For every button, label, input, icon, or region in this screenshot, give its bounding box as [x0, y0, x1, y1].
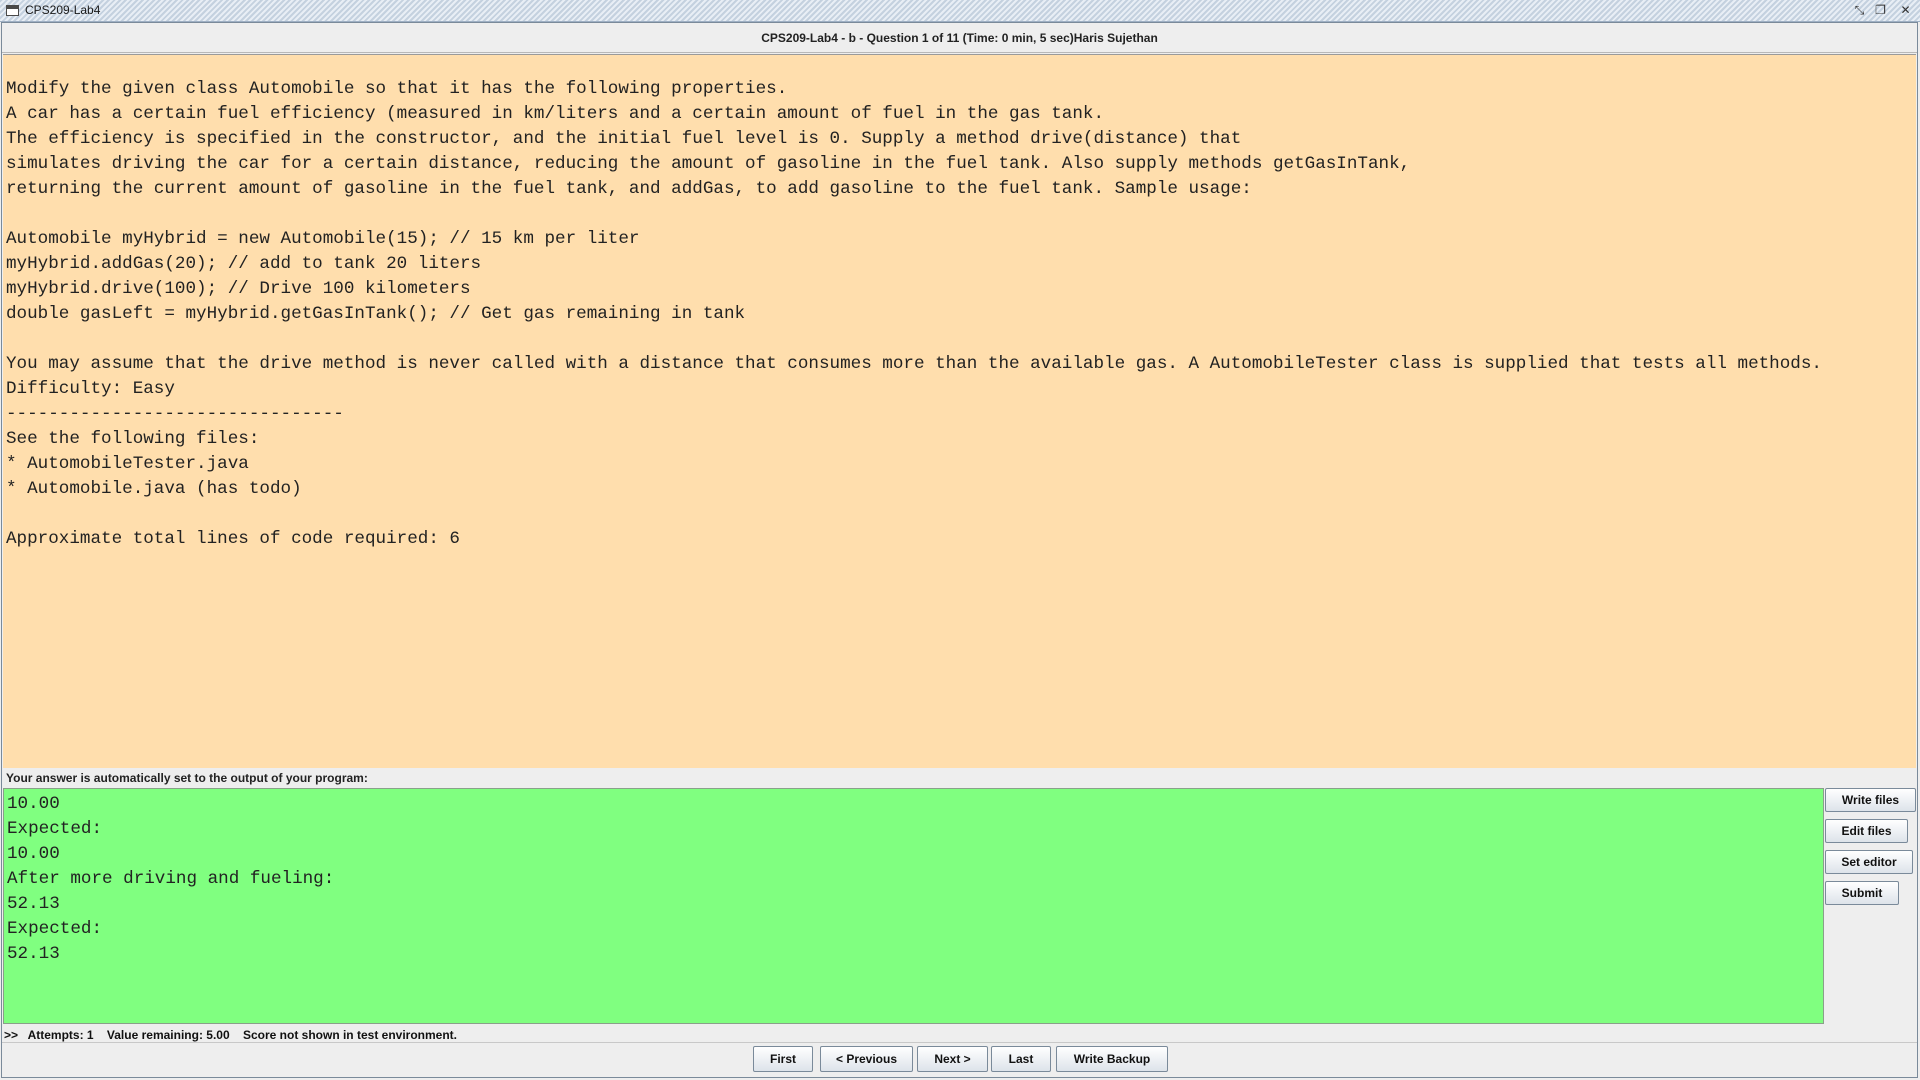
- last-button[interactable]: Last: [991, 1046, 1051, 1072]
- nav-divider: [2, 1042, 1917, 1043]
- main-frame: CPS209-Lab4 - b - Question 1 of 11 (Time…: [1, 22, 1918, 1078]
- answer-label: Your answer is automatically set to the …: [6, 771, 368, 785]
- program-output-panel[interactable]: 10.00 Expected: 10.00 After more driving…: [3, 788, 1824, 1024]
- window-title-bar[interactable]: CPS209-Lab4 ⤡ ❐ ✕: [0, 0, 1920, 22]
- next-button[interactable]: Next >: [917, 1046, 988, 1072]
- program-output-text: 10.00 Expected: 10.00 After more driving…: [7, 794, 335, 964]
- edit-files-button[interactable]: Edit files: [1825, 819, 1908, 843]
- minimize-icon[interactable]: ⤡: [1852, 3, 1867, 18]
- previous-button[interactable]: < Previous: [820, 1046, 913, 1072]
- write-files-button[interactable]: Write files: [1825, 788, 1916, 812]
- window-title: CPS209-Lab4: [25, 3, 101, 17]
- first-button[interactable]: First: [753, 1046, 813, 1072]
- question-header: CPS209-Lab4 - b - Question 1 of 11 (Time…: [2, 23, 1917, 53]
- app-window-icon: [6, 5, 19, 16]
- status-line: >> Attempts: 1 Value remaining: 5.00 Sco…: [4, 1028, 457, 1042]
- maximize-icon[interactable]: ❐: [1873, 3, 1888, 18]
- question-panel[interactable]: Modify the given class Automobile so tha…: [3, 54, 1916, 768]
- close-icon[interactable]: ✕: [1898, 3, 1913, 18]
- set-editor-button[interactable]: Set editor: [1825, 850, 1913, 874]
- question-text: Modify the given class Automobile so tha…: [6, 79, 1822, 549]
- submit-button[interactable]: Submit: [1825, 881, 1899, 905]
- write-backup-button[interactable]: Write Backup: [1056, 1046, 1168, 1072]
